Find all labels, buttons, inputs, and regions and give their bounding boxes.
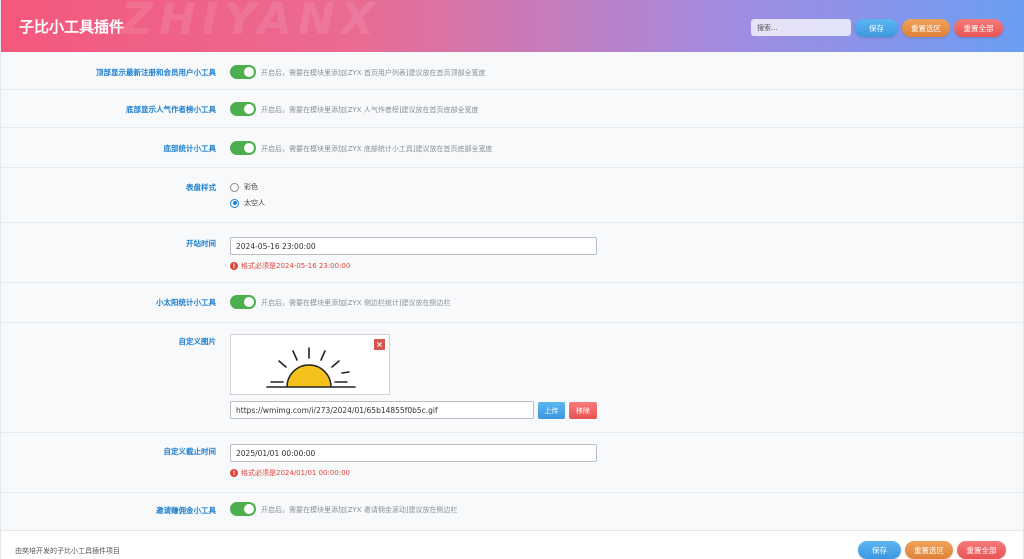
setting-row-invite-commission: 邀请赚佣金小工具 开启后，需要在模块里添加[ZYX 邀请佣金滚动]建议放在侧边栏 bbox=[1, 493, 1023, 530]
reset-all-button[interactable]: 重置全部 bbox=[954, 19, 1003, 37]
header-watermark: ZHIYANX bbox=[121, 0, 381, 45]
setting-label: 底部统计小工具 bbox=[163, 144, 217, 153]
validation-message: ! 格式必须是2024-05-16 23:00:00 bbox=[230, 261, 350, 271]
setting-label: 表盘样式 bbox=[186, 183, 216, 192]
page-title: 子比小工具插件 bbox=[19, 18, 125, 36]
radio-circle-checked bbox=[230, 198, 239, 208]
error-text: 格式必须是2024/01/01 00:00:00 bbox=[241, 469, 351, 477]
setting-description: 开启后，需要在模块里添加[ZYX 人气作者榜]建议放在首页底部全宽度 bbox=[261, 106, 479, 114]
footer-reset-all-button[interactable]: 重置全部 bbox=[957, 541, 1006, 559]
close-icon[interactable]: × bbox=[374, 339, 385, 350]
exclamation-circle-icon: ! bbox=[230, 469, 238, 477]
start-time-input[interactable]: 2024-05-16 23:00:00 bbox=[230, 237, 597, 255]
search-input[interactable] bbox=[751, 19, 851, 36]
header-bar: ZHIYANX 子比小工具插件 保存 重置选区 重置全部 bbox=[1, 0, 1024, 52]
setting-label: 底部显示人气作者榜小工具 bbox=[126, 105, 216, 114]
image-preview: × bbox=[230, 334, 390, 395]
toggle-knob bbox=[244, 104, 254, 114]
toggle-switch[interactable] bbox=[230, 502, 256, 516]
toggle-switch[interactable] bbox=[230, 295, 256, 309]
upload-button[interactable]: 上传 bbox=[538, 402, 565, 419]
radio-option-astronaut[interactable]: 太空人 bbox=[230, 198, 265, 208]
toggle-knob bbox=[244, 504, 254, 514]
setting-description: 开启后，需要在模块里添加[ZYX 首页用户列表]建议放在首页顶部全宽度 bbox=[261, 69, 486, 77]
toggle-switch[interactable] bbox=[230, 65, 256, 79]
error-text: 格式必须是2024-05-16 23:00:00 bbox=[241, 262, 351, 270]
setting-row-custom-deadline: 自定义截止时间 2025/01/01 00:00:00 ! 格式必须是2024/… bbox=[1, 433, 1023, 493]
setting-row-bottom-stats: 底部统计小工具 开启后，需要在模块里添加[ZYX 底部统计小工具]建议放在首页底… bbox=[1, 128, 1023, 168]
footer-bar: 由奕培开发的子比小工具插件项目 保存 重置选区 重置全部 bbox=[1, 530, 1023, 559]
setting-label: 自定义截止时间 bbox=[163, 447, 217, 456]
footer-save-button[interactable]: 保存 bbox=[858, 541, 901, 559]
footer-reset-section-button[interactable]: 重置选区 bbox=[905, 541, 953, 559]
toggle-knob bbox=[244, 143, 254, 153]
setting-label: 顶部显示最新注册和会员用户小工具 bbox=[96, 68, 216, 77]
setting-label: 小太阳统计小工具 bbox=[156, 298, 216, 307]
setting-label: 开站时间 bbox=[186, 239, 216, 248]
save-button[interactable]: 保存 bbox=[855, 19, 898, 37]
sunrise-image bbox=[266, 347, 356, 388]
setting-label: 邀请赚佣金小工具 bbox=[156, 506, 216, 515]
footer-credit: 由奕培开发的子比小工具插件项目 bbox=[15, 547, 120, 555]
setting-description: 开启后，需要在模块里添加[ZYX 底部统计小工具]建议放在首页底部全宽度 bbox=[261, 145, 493, 153]
deadline-input[interactable]: 2025/01/01 00:00:00 bbox=[230, 444, 597, 462]
reset-section-button[interactable]: 重置选区 bbox=[902, 19, 950, 37]
setting-description: 开启后，需要在模块里添加[ZYX 邀请佣金滚动]建议放在侧边栏 bbox=[261, 506, 458, 514]
setting-row-dial-style: 表盘样式 彩色 太空人 bbox=[1, 168, 1023, 223]
setting-label: 自定义图片 bbox=[178, 337, 217, 346]
toggle-switch[interactable] bbox=[230, 102, 256, 116]
setting-row-start-time: 开站时间 2024-05-16 23:00:00 ! 格式必须是2024-05-… bbox=[1, 223, 1023, 283]
remove-button[interactable]: 移除 bbox=[569, 402, 597, 419]
setting-row-popular-authors: 底部显示人气作者榜小工具 开启后，需要在模块里添加[ZYX 人气作者榜]建议放在… bbox=[1, 90, 1023, 128]
radio-label: 太空人 bbox=[244, 199, 265, 207]
validation-message: ! 格式必须是2024/01/01 00:00:00 bbox=[230, 468, 350, 478]
setting-row-top-new-users: 顶部显示最新注册和会员用户小工具 开启后，需要在模块里添加[ZYX 首页用户列表… bbox=[1, 52, 1023, 90]
radio-circle bbox=[230, 182, 239, 192]
radio-label: 彩色 bbox=[244, 183, 258, 191]
setting-row-sun-stats: 小太阳统计小工具 开启后，需要在模块里添加[ZYX 侧边栏统计]建议放在侧边栏 bbox=[1, 283, 1023, 323]
toggle-knob bbox=[244, 67, 254, 77]
toggle-switch[interactable] bbox=[230, 141, 256, 155]
exclamation-circle-icon: ! bbox=[230, 262, 238, 270]
toggle-knob bbox=[244, 297, 254, 307]
radio-option-colorful[interactable]: 彩色 bbox=[230, 182, 258, 192]
setting-description: 开启后，需要在模块里添加[ZYX 侧边栏统计]建议放在侧边栏 bbox=[261, 299, 451, 307]
image-url-input[interactable]: https://wmimg.com/i/273/2024/01/65b14855… bbox=[230, 401, 534, 419]
settings-panel: ZHIYANX 子比小工具插件 保存 重置选区 重置全部 顶部显示最新注册和会员… bbox=[0, 0, 1024, 559]
